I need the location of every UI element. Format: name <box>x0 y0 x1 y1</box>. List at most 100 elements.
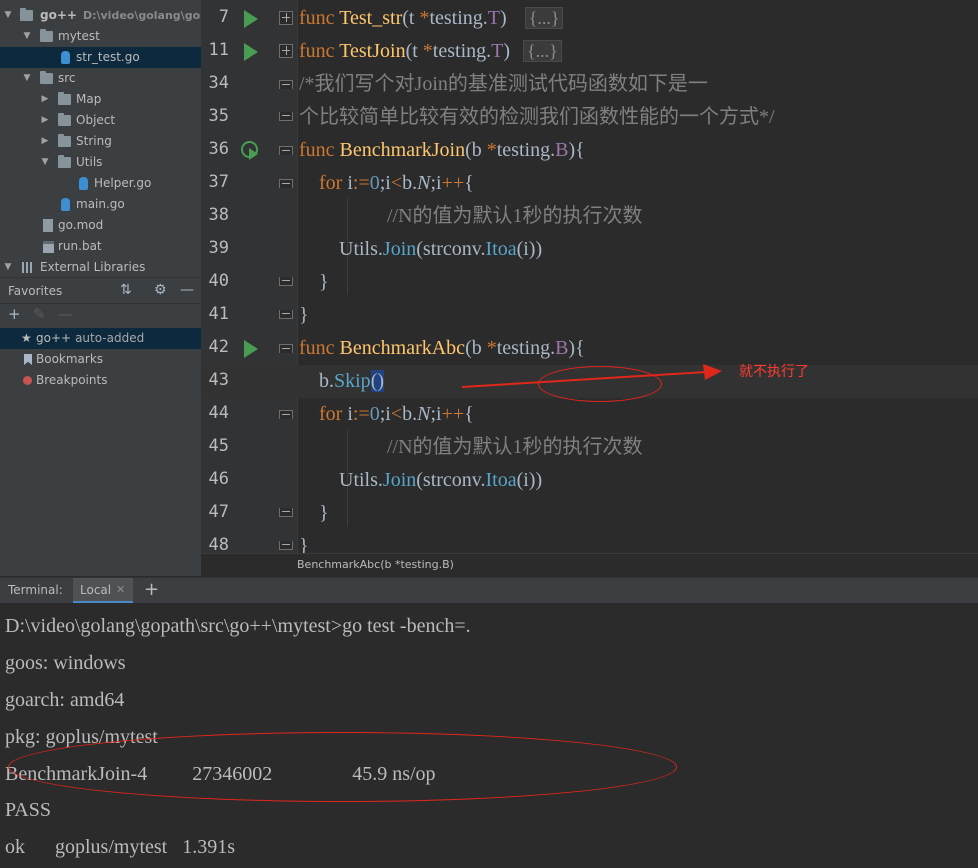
run-icon[interactable] <box>244 340 258 358</box>
folded-block[interactable]: {...} <box>524 7 564 29</box>
close-icon[interactable]: ✕ <box>116 583 125 596</box>
line-number: 40 <box>208 271 229 291</box>
gear-icon[interactable]: ⚙ <box>154 282 167 298</box>
collapse-all-icon[interactable]: ⇅ <box>120 282 132 298</box>
code-text: Utils.Join(strconv.Itoa(i)) <box>299 469 543 491</box>
run-history-icon[interactable] <box>241 141 258 160</box>
go-file-icon <box>61 198 70 211</box>
tree-item-label: run.bat <box>58 239 102 253</box>
tree-item-helper-go[interactable]: Helper.go <box>0 173 201 194</box>
collapse-fold-icon[interactable] <box>279 541 293 550</box>
line-number: 45 <box>208 436 229 456</box>
collapse-fold-icon[interactable] <box>279 508 293 517</box>
collapse-fold-icon[interactable] <box>279 80 293 89</box>
tree-item-main-go[interactable]: main.go <box>0 194 201 215</box>
go-file-icon <box>61 51 70 64</box>
code-line: 37 for i:=0;i<b.N;i++{ <box>201 167 978 200</box>
tree-item-object[interactable]: ▶ Object <box>0 110 201 131</box>
project-tree: ▼ go++ D:\video\golang\gop ▼ mytest str_t… <box>0 0 201 277</box>
add-terminal-icon[interactable]: + <box>144 579 159 600</box>
tree-item-run-bat[interactable]: run.bat <box>0 236 201 257</box>
chevron-down-icon[interactable]: ▼ <box>40 152 50 173</box>
terminal-line: D:\video\golang\gopath\src\go++\mytest>g… <box>5 615 471 637</box>
collapse-fold-icon[interactable] <box>279 344 293 353</box>
code-line: 48 } <box>201 530 978 553</box>
favorites-item-bookmarks[interactable]: Bookmarks <box>0 349 201 370</box>
code-text: } <box>299 271 329 293</box>
line-number: 43 <box>208 370 229 390</box>
tree-item-mytest[interactable]: ▼ mytest <box>0 26 201 47</box>
code-text: } <box>299 502 329 524</box>
go-file-icon <box>79 177 88 190</box>
bat-file-icon <box>43 241 54 253</box>
code-editor[interactable]: 7 func Test_str(t *testing.T) {...} 11 f… <box>201 0 978 553</box>
breadcrumb[interactable]: BenchmarkAbc(b *testing.B) <box>201 553 978 577</box>
tree-item-src[interactable]: ▼ src <box>0 68 201 89</box>
tree-item-label: String <box>76 134 112 148</box>
favorites-item-gopp[interactable]: ★ go++ auto-added <box>0 328 201 349</box>
tree-item-go-mod[interactable]: go.mod <box>0 215 201 236</box>
tree-item-label: Map <box>76 92 102 106</box>
chevron-down-icon[interactable]: ▼ <box>3 257 13 277</box>
annotation-ellipse <box>538 366 662 402</box>
library-icon <box>22 262 34 273</box>
expand-fold-icon[interactable] <box>279 44 293 58</box>
tree-item-external-libraries[interactable]: ▼ External Libraries <box>0 257 201 277</box>
run-icon[interactable] <box>244 10 258 28</box>
remove-icon[interactable]: — <box>58 305 73 323</box>
tree-item-root[interactable]: ▼ go++ D:\video\golang\gop <box>0 5 201 26</box>
chevron-down-icon[interactable]: ▼ <box>3 5 13 26</box>
folder-icon <box>58 134 71 147</box>
collapse-fold-icon[interactable] <box>279 179 293 188</box>
expand-fold-icon[interactable] <box>279 11 293 25</box>
annotation-text: 就不执行了 <box>739 364 809 380</box>
terminal-tab-label: Local <box>80 583 112 597</box>
add-icon[interactable]: + <box>8 305 21 323</box>
chevron-down-icon[interactable]: ▼ <box>22 26 32 47</box>
run-icon[interactable] <box>244 43 258 61</box>
folder-icon <box>58 155 71 168</box>
line-number: 47 <box>208 502 229 522</box>
code-line: 47 } <box>201 497 978 530</box>
line-number: 41 <box>208 304 229 324</box>
collapse-fold-icon[interactable] <box>279 277 293 286</box>
terminal-line: PASS <box>5 799 51 821</box>
chevron-right-icon[interactable]: ▶ <box>40 110 50 131</box>
collapse-fold-icon[interactable] <box>279 112 293 121</box>
folder-icon <box>58 113 71 126</box>
chevron-right-icon[interactable]: ▶ <box>40 89 50 110</box>
edit-icon[interactable]: ✎ <box>33 305 46 323</box>
code-line: 34 /*我们写个对Join的基准测试代码函数如下是一 <box>201 68 978 101</box>
code-line: 38 //N的值为默认1秒的执行次数 <box>201 200 978 233</box>
favorites-item-breakpoints[interactable]: Breakpoints <box>0 370 201 391</box>
line-number: 11 <box>208 40 229 60</box>
folder-icon <box>58 92 71 105</box>
favorites-list: ★ go++ auto-added Bookmarks Breakpoints <box>0 326 201 576</box>
line-number: 39 <box>208 238 229 258</box>
collapse-fold-icon[interactable] <box>279 310 293 319</box>
line-number: 42 <box>208 337 229 357</box>
breadcrumb-item[interactable]: BenchmarkAbc(b *testing.B) <box>297 558 454 571</box>
tree-item-label: go++ D:\video\golang\gop <box>40 8 201 22</box>
terminal-tab-local[interactable]: Local ✕ <box>73 578 133 604</box>
favorites-toolbar: + ✎ — <box>0 304 201 326</box>
chevron-down-icon[interactable]: ▼ <box>22 68 32 89</box>
code-text: func Test_str(t *testing.T) {...} <box>299 6 564 30</box>
terminal-title: Terminal: <box>8 583 63 597</box>
terminal-line: ok goplus/mytest 1.391s <box>5 836 236 858</box>
code-comment: 个比较简单比较有效的检测我们函数性能的一个方式*/ <box>299 106 775 128</box>
code-line: 11 func TestJoin(t *testing.T) {...} <box>201 35 978 68</box>
favorites-item-label: go++ auto-added <box>36 331 145 345</box>
tree-item-string[interactable]: ▶ String <box>0 131 201 152</box>
bookmark-icon <box>24 354 32 365</box>
line-number: 46 <box>208 469 229 489</box>
collapse-fold-icon[interactable] <box>279 146 293 155</box>
folded-block[interactable]: {...} <box>523 40 562 62</box>
chevron-right-icon[interactable]: ▶ <box>40 131 50 152</box>
tree-item-map[interactable]: ▶ Map <box>0 89 201 110</box>
tree-item-utils[interactable]: ▼ Utils <box>0 152 201 173</box>
hide-icon[interactable]: — <box>180 282 194 298</box>
code-text: for i:=0;i<b.N;i++{ <box>319 403 474 425</box>
tree-item-str-test-go[interactable]: str_test.go <box>0 47 201 68</box>
collapse-fold-icon[interactable] <box>279 410 293 419</box>
